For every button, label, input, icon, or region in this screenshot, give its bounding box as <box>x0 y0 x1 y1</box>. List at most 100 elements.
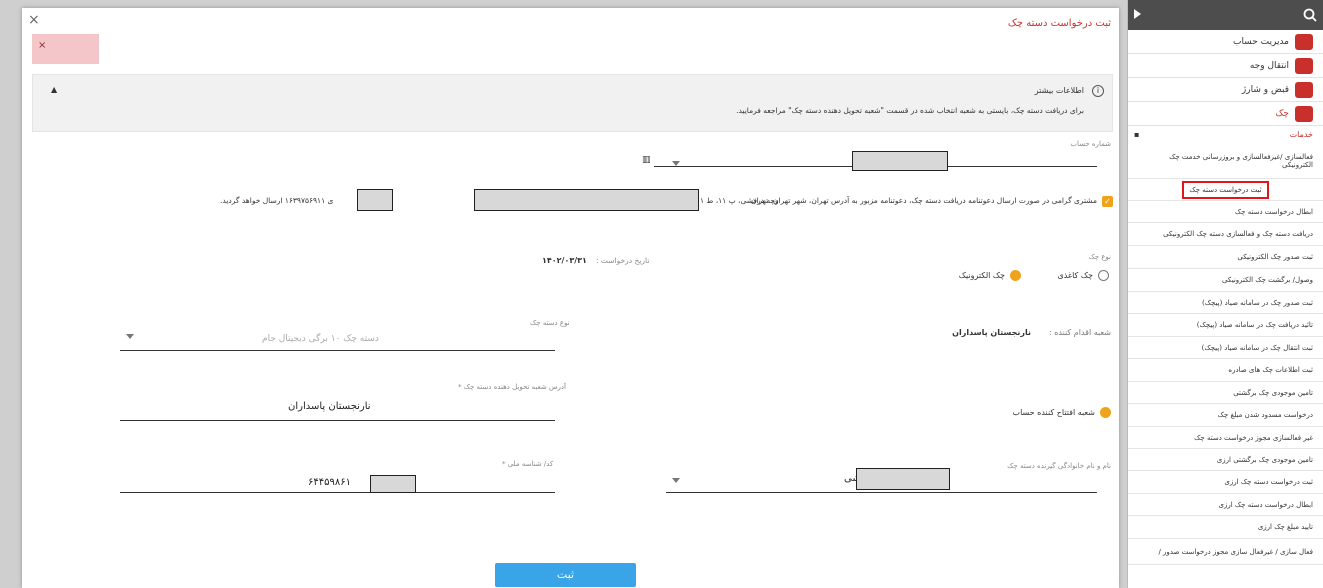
info-panel: i اطلاعات بیشتر برای دریافت دسته چک، بای… <box>32 74 1113 132</box>
sidebar-service-item[interactable]: ثبت درخواست دسته چک ارزی <box>1128 471 1323 494</box>
sidebar-service-label: تامین موجودی چک برگشتی <box>1233 388 1313 397</box>
search-icon[interactable] <box>1303 8 1317 22</box>
national-id-label: کد/ شناسه ملی * <box>502 460 554 468</box>
sidebar-service-label: ثبت اطلاعات چک های صادره <box>1228 366 1313 374</box>
sidebar-menu-label: انتقال وجه <box>1249 60 1289 71</box>
sidebar-service-item[interactable]: تایید مبلغ چک ارزی <box>1128 516 1323 539</box>
info-icon: i <box>1092 85 1104 97</box>
sidebar-service-item[interactable]: ثبت درخواست دسته چک <box>1128 179 1323 201</box>
sidebar-service-item[interactable]: تامین موجودی چک برگشتی ارزی <box>1128 449 1323 471</box>
delivery-branch-value: نارنجستان پاسداران <box>288 401 371 412</box>
request-date-value: ۱۴۰۲/۰۳/۳۱ <box>542 256 587 265</box>
sidebar-menu-label: قبض و شارژ <box>1241 84 1289 95</box>
sidebar-service-item[interactable]: ابطال درخواست دسته چک <box>1128 201 1323 223</box>
request-checkbook-modal: ثبت درخواست دسته چک × × i اطلاعات بیشتر … <box>22 8 1119 588</box>
sidebar-service-item[interactable]: تامین موجودی چک برگشتی <box>1128 382 1323 404</box>
modal-title: ثبت درخواست دسته چک <box>1007 18 1111 29</box>
opening-branch-radio[interactable] <box>1100 407 1111 418</box>
chevron-down-icon[interactable] <box>672 161 680 166</box>
services-section[interactable]: خدمات ▪ <box>1128 126 1323 144</box>
sidebar-menu-item[interactable]: مدیریت حساب <box>1128 30 1323 54</box>
electronic-check-label: چک الکترونیک <box>958 271 1005 280</box>
sidebar-service-label: ابطال درخواست دسته چک <box>1234 207 1313 216</box>
paper-check-radio[interactable] <box>1098 270 1109 281</box>
sidebar-service-label: ثبت انتقال چک در سامانه صیاد (پیچک) <box>1201 343 1313 352</box>
error-alert: × <box>32 34 99 64</box>
sidebar-header <box>1128 0 1323 30</box>
sidebar-service-label: ثبت درخواست دسته چک <box>1182 180 1269 199</box>
national-id-field[interactable] <box>120 492 555 493</box>
expand-icon[interactable] <box>1134 9 1141 19</box>
sidebar-service-item[interactable]: درخواست مسدود شدن مبلغ چک <box>1128 404 1323 427</box>
close-icon[interactable]: × <box>28 12 40 28</box>
sidebar-service-item[interactable]: ثبت صدور چک الکترونیکی <box>1128 246 1323 269</box>
sidebar-service-label: درخواست مسدود شدن مبلغ چک <box>1217 411 1313 419</box>
bill-icon <box>1295 81 1313 98</box>
sidebar-service-item[interactable]: تائید دریافت چک در سامانه صیاد (پیچک) <box>1128 314 1323 337</box>
copy-icon[interactable]: ▥ <box>642 155 651 165</box>
sidebar-service-label: تایید مبلغ چک ارزی <box>1257 523 1313 531</box>
redacted-address <box>474 189 699 211</box>
request-date-label: تاریخ درخواست : <box>596 256 650 265</box>
sidebar: مدیریت حساب انتقال وجه قبض و شارژ چک خدمات … <box>1127 0 1323 588</box>
sidebar-service-label: فعال سازی / غیرفعال سازی مجوز درخواست صد… <box>1158 547 1313 556</box>
sidebar-menu-label: مدیریت حساب <box>1232 36 1289 47</box>
delivery-branch-field[interactable] <box>120 420 555 421</box>
invite-checkbox[interactable]: ✓ <box>1102 196 1113 207</box>
sidebar-menu-item[interactable]: انتقال وجه <box>1128 54 1323 78</box>
branch-action-value: نارنجستان پاسداران <box>952 328 1031 337</box>
alert-close-icon[interactable]: × <box>38 40 46 51</box>
sidebar-service-item[interactable]: ابطال درخواست دسته چک ارزی <box>1128 494 1323 516</box>
notice-text-2: وچه درفشی، پ ۱۱، ط ۱ <box>700 196 779 205</box>
check-icon <box>1295 105 1313 122</box>
branch-action-label: شعبه اقدام کننده : <box>1048 328 1111 337</box>
sidebar-service-label: وصول/ برگشت چک الکترونیکی <box>1222 276 1313 284</box>
collapse-icon[interactable]: ▪ <box>1134 126 1139 144</box>
sidebar-menu-label: چک <box>1275 108 1289 119</box>
receiver-name-select[interactable] <box>666 492 1097 493</box>
opening-branch-label: شعبه افتتاح کننده حساب <box>1012 408 1095 417</box>
account-icon <box>1295 33 1313 50</box>
sidebar-menu-item[interactable]: چک <box>1128 102 1323 126</box>
sidebar-service-label: ثبت صدور چک الکترونیکی <box>1237 253 1313 261</box>
paper-check-label: چک کاغذی <box>1057 271 1093 280</box>
chevron-down-icon[interactable] <box>672 478 680 483</box>
chevron-down-icon[interactable] <box>126 334 134 339</box>
checkbook-type-select[interactable] <box>120 350 555 351</box>
checkbook-type-value: دسته چک ۱۰ برگی دیجیتال جام <box>262 334 379 344</box>
redacted-national-id <box>370 475 416 493</box>
sidebar-service-item[interactable]: وصول/ برگشت چک الکترونیکی <box>1128 269 1323 292</box>
notice-text-1: مشتری گرامی در صورت ارسال دعوتنامه دریاف… <box>750 196 1097 205</box>
redacted-receiver-name <box>856 468 950 490</box>
sidebar-service-label: تامین موجودی چک برگشتی ارزی <box>1216 455 1313 464</box>
info-toggle-icon[interactable]: ▲ <box>51 85 57 94</box>
sidebar-service-item[interactable]: فعالسازی /غیرفعالسازی و بروزرسانی خدمت چ… <box>1128 144 1323 179</box>
submit-button[interactable]: ثبت <box>495 563 636 587</box>
sidebar-service-label: غیر فعالسازی مجوز درخواست دسته چک <box>1194 433 1313 442</box>
sidebar-service-item[interactable]: فعال سازی / غیرفعال سازی مجوز درخواست صد… <box>1128 539 1323 565</box>
services-label: خدمات <box>1289 130 1313 139</box>
redacted-postal <box>357 189 393 211</box>
sidebar-service-label: دریافت دسته چک و فعالسازی دسته چک الکترو… <box>1163 230 1313 238</box>
electronic-check-radio[interactable] <box>1010 270 1021 281</box>
sidebar-service-label: ثبت درخواست دسته چک ارزی <box>1224 478 1313 486</box>
check-type-label: نوع چک <box>1088 253 1111 261</box>
info-text: برای دریافت دسته چک، بایستی به شعبه انتخ… <box>736 106 1084 115</box>
redacted-account <box>852 151 948 171</box>
notice-text-3: ی ۱۶۳۹۷۵۶۹۱۱ ارسال خواهد گردید. <box>220 196 334 205</box>
sidebar-service-label: ثبت صدور چک در سامانه صیاد (پیچک) <box>1202 298 1313 307</box>
sidebar-service-item[interactable]: ثبت اطلاعات چک های صادره <box>1128 359 1323 382</box>
sidebar-menu-item[interactable]: قبض و شارژ <box>1128 78 1323 102</box>
sidebar-service-label: تائید دریافت چک در سامانه صیاد (پیچک) <box>1196 321 1313 329</box>
national-id-value: ۶۴۴۵۹۸۶۱ <box>308 477 351 488</box>
sidebar-service-item[interactable]: دریافت دسته چک و فعالسازی دسته چک الکترو… <box>1128 223 1323 246</box>
sidebar-service-item[interactable]: غیر فعالسازی مجوز درخواست دسته چک <box>1128 427 1323 449</box>
checkbook-type-label: نوع دسته چک <box>530 319 570 327</box>
account-label: شماره حساب <box>1070 140 1111 148</box>
sidebar-service-label: ابطال درخواست دسته چک ارزی <box>1218 500 1313 509</box>
delivery-branch-label: آدرس شعبه تحویل دهنده دسته چک * <box>458 383 566 391</box>
sidebar-service-item[interactable]: ثبت صدور چک در سامانه صیاد (پیچک) <box>1128 292 1323 314</box>
sidebar-service-item[interactable]: ثبت انتقال چک در سامانه صیاد (پیچک) <box>1128 337 1323 359</box>
sidebar-service-label: فعالسازی /غیرفعالسازی و بروزرسانی خدمت چ… <box>1169 153 1313 169</box>
info-title: اطلاعات بیشتر <box>1034 86 1084 95</box>
